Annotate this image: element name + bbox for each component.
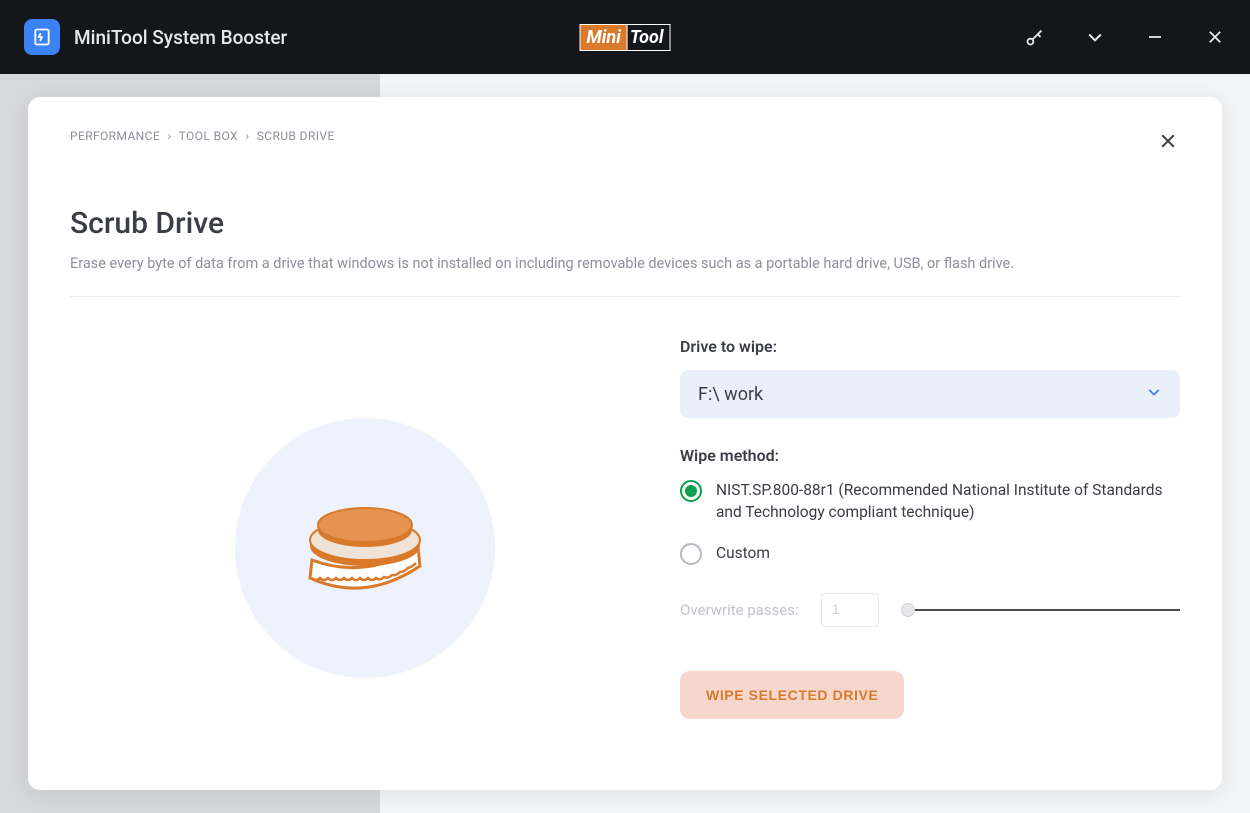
brand-tool: Tool	[628, 24, 671, 51]
radio-icon	[680, 543, 702, 565]
brush-icon	[235, 418, 495, 678]
breadcrumb-scrubdrive[interactable]: SCRUB DRIVE	[257, 129, 335, 143]
breadcrumb-performance[interactable]: PERFORMANCE	[70, 129, 160, 143]
drive-label: Drive to wipe:	[680, 337, 1180, 356]
main-area: PERFORMANCE › TOOL BOX › SCRUB DRIVE Scr…	[0, 74, 1250, 813]
breadcrumb-sep: ›	[245, 129, 249, 143]
slider-thumb-icon	[901, 603, 915, 617]
chevron-down-icon[interactable]	[1084, 26, 1106, 48]
app-icon	[24, 19, 60, 55]
app-window: MiniTool System Booster Mini Tool	[0, 0, 1250, 813]
key-icon[interactable]	[1024, 26, 1046, 48]
radio-custom[interactable]: Custom	[680, 542, 1180, 565]
brand-mini: Mini	[580, 24, 628, 51]
brand-logo: Mini Tool	[580, 24, 671, 51]
drive-select[interactable]: F:\ work	[680, 370, 1180, 418]
wipe-button[interactable]: WIPE SELECTED DRIVE	[680, 671, 904, 719]
page-description: Erase every byte of data from a drive th…	[70, 255, 1180, 297]
passes-slider[interactable]	[901, 600, 1180, 620]
radio-icon	[680, 480, 702, 502]
app-title: MiniTool System Booster	[74, 26, 287, 49]
radio-nist-label: NIST.SP.800-88r1 (Recommended National I…	[716, 479, 1180, 524]
scrub-drive-panel: PERFORMANCE › TOOL BOX › SCRUB DRIVE Scr…	[28, 97, 1222, 790]
passes-label: Overwrite passes:	[680, 601, 799, 619]
modal-top: PERFORMANCE › TOOL BOX › SCRUB DRIVE	[70, 129, 1180, 158]
radio-nist[interactable]: NIST.SP.800-88r1 (Recommended National I…	[680, 479, 1180, 524]
chevron-down-icon	[1146, 384, 1162, 404]
content-row: Drive to wipe: F:\ work Wipe method:	[70, 329, 1180, 766]
breadcrumb: PERFORMANCE › TOOL BOX › SCRUB DRIVE	[70, 129, 335, 143]
illustration	[70, 329, 660, 766]
breadcrumb-toolbox[interactable]: TOOL BOX	[179, 129, 238, 143]
passes-row: Overwrite passes:	[680, 593, 1180, 627]
breadcrumb-sep: ›	[167, 129, 171, 143]
radio-custom-label: Custom	[716, 542, 770, 564]
page-title: Scrub Drive	[70, 206, 1180, 241]
method-label: Wipe method:	[680, 446, 1180, 465]
drive-select-value: F:\ work	[698, 384, 763, 405]
close-icon[interactable]	[1204, 26, 1226, 48]
passes-input[interactable]	[821, 593, 879, 627]
titlebar-controls	[1024, 26, 1226, 48]
titlebar: MiniTool System Booster Mini Tool	[0, 0, 1250, 74]
minimize-icon[interactable]	[1144, 26, 1166, 48]
form: Drive to wipe: F:\ work Wipe method:	[680, 329, 1180, 766]
panel-close-icon[interactable]	[1156, 129, 1180, 158]
